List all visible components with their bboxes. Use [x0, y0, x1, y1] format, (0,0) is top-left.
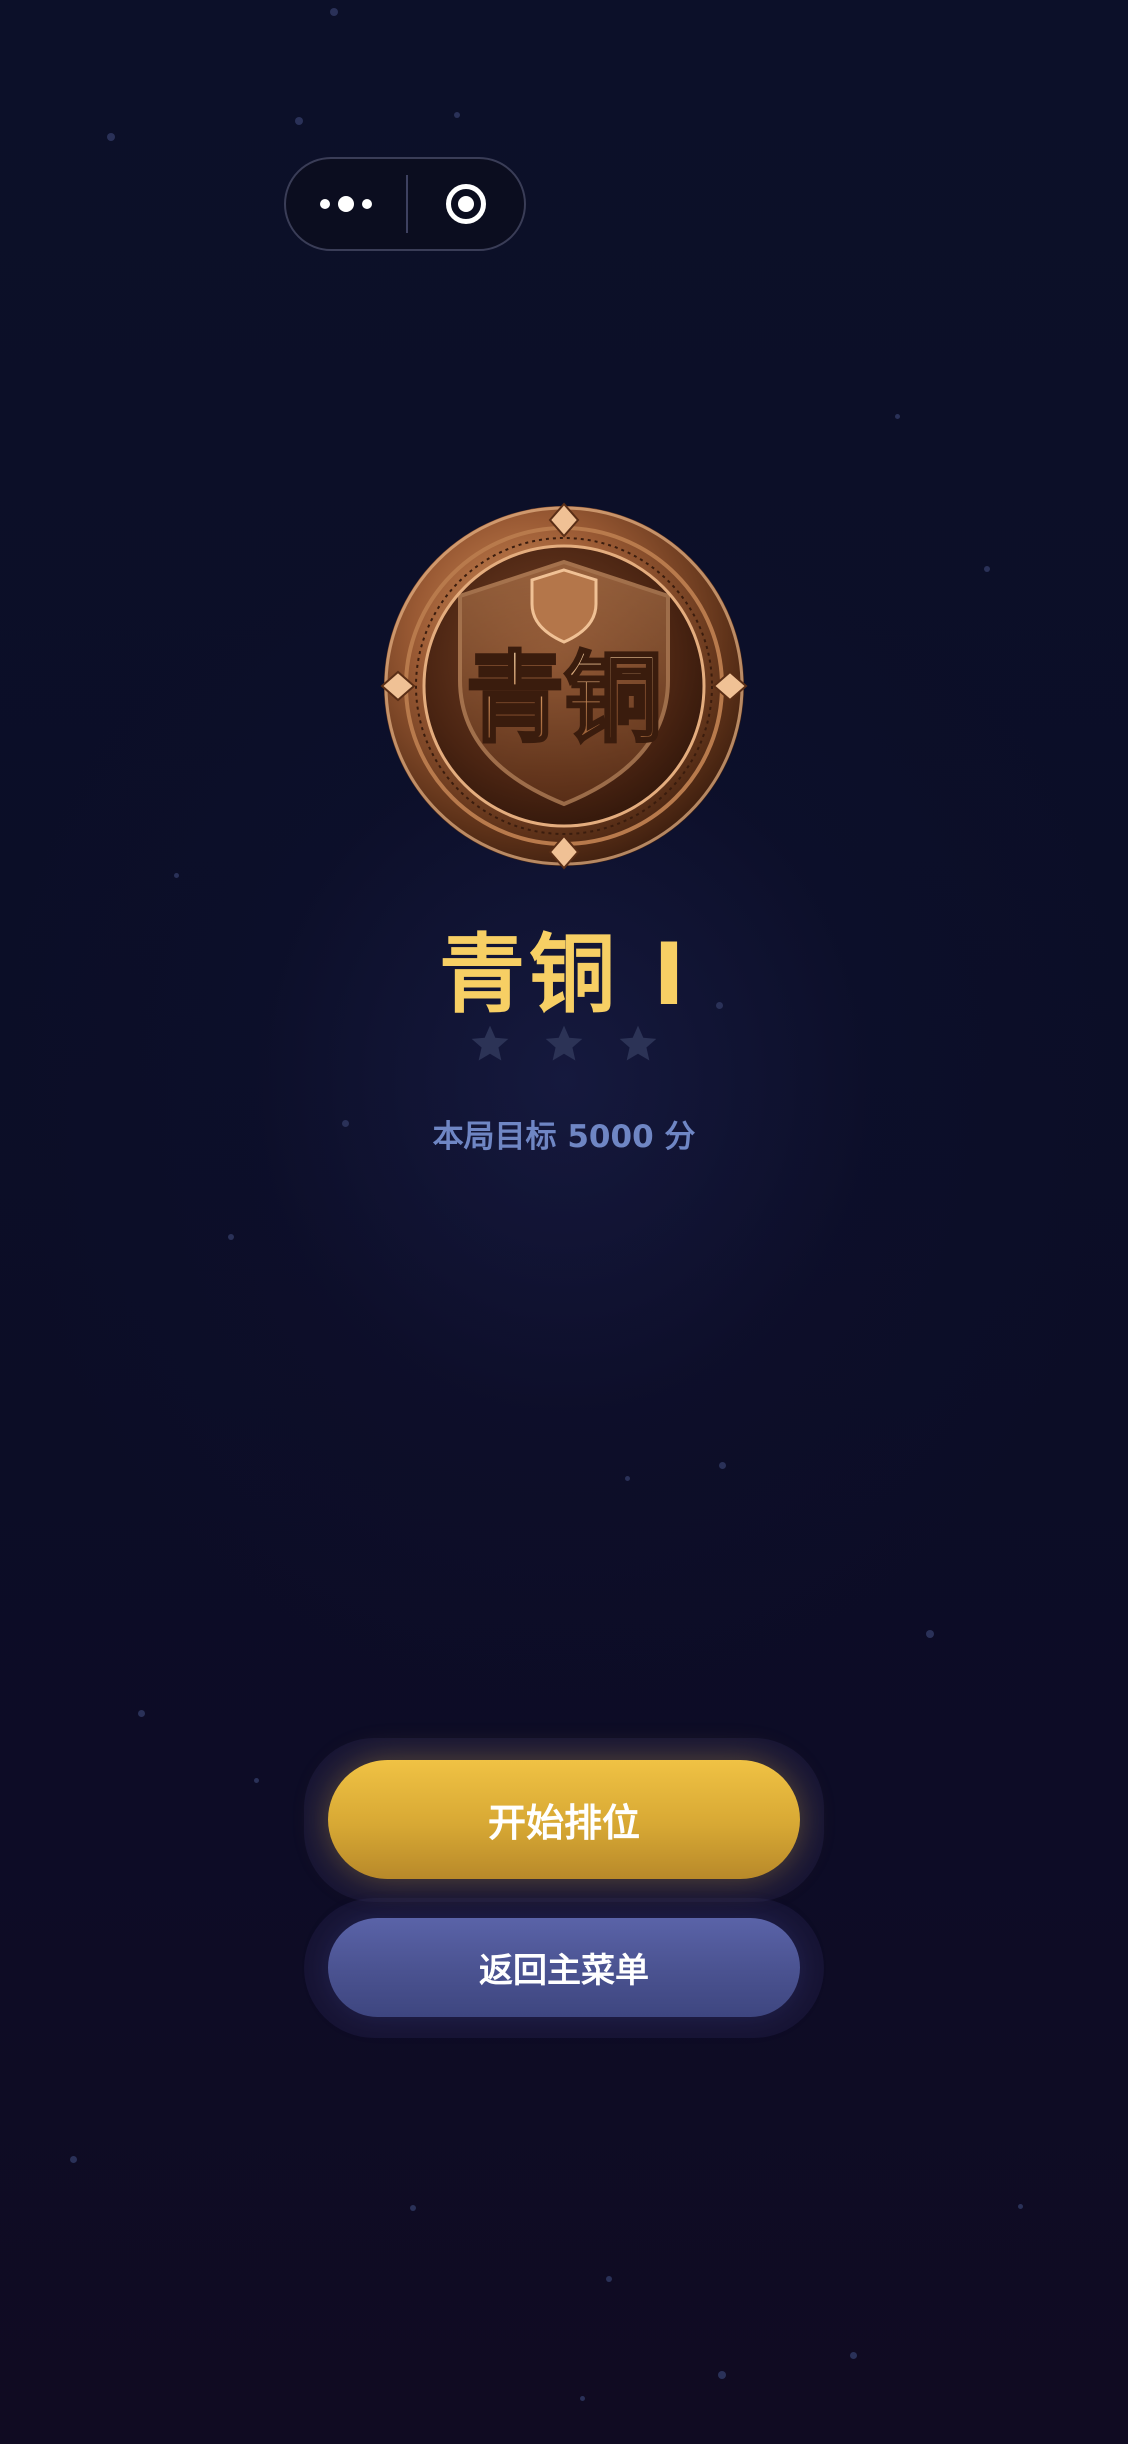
close-button[interactable]: [408, 159, 524, 249]
menu-capsule: [284, 157, 526, 251]
star-dot: [926, 1630, 934, 1638]
start-ranked-button[interactable]: 开始排位: [328, 1760, 800, 1879]
star-dot: [330, 8, 338, 16]
empty-star-icon: [545, 1025, 583, 1061]
star-dot: [580, 2396, 585, 2401]
back-to-menu-button[interactable]: 返回主菜单: [328, 1918, 800, 2017]
star-dot: [984, 566, 990, 572]
star-dot: [228, 1234, 234, 1240]
star-dot: [138, 1710, 145, 1717]
star-dot: [70, 2156, 77, 2163]
star-dot: [254, 1778, 259, 1783]
bronze-medal-icon: 青铜: [380, 502, 748, 870]
star-dot: [107, 133, 115, 141]
medal-text: 青铜: [466, 642, 662, 756]
star-dot: [718, 2371, 726, 2379]
star-dot: [1018, 2204, 1023, 2209]
star-dot: [606, 2276, 612, 2282]
star-dot: [454, 112, 460, 118]
star-dot: [410, 2205, 416, 2211]
empty-star-icon: [619, 1025, 657, 1061]
star-dot: [719, 1462, 726, 1469]
more-dots-icon: [320, 196, 372, 212]
star-dot: [174, 873, 179, 878]
rank-stars: [0, 1022, 1128, 1066]
round-target-text: 本局目标 5000 分: [432, 1119, 696, 1155]
star-dot: [895, 414, 900, 419]
target-ring-icon: [446, 184, 486, 224]
star-dot: [295, 117, 303, 125]
rank-title: 青铜 I: [439, 925, 689, 1025]
star-dot: [625, 1476, 630, 1481]
star-dot: [850, 2352, 857, 2359]
empty-star-icon: [471, 1025, 509, 1061]
more-button[interactable]: [286, 159, 406, 249]
